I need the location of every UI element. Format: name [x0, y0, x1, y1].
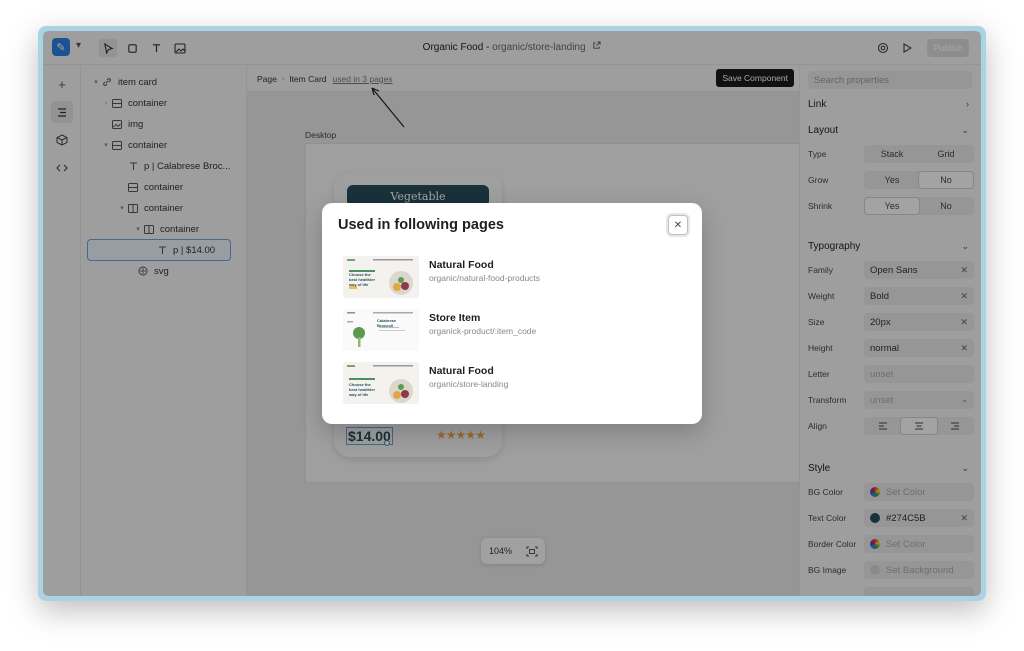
page-path: organic/store-landing — [429, 379, 509, 389]
thumbnail-text: Choose the best healthier way of life — [349, 272, 376, 287]
dialog-title: Used in following pages — [338, 217, 504, 233]
page-name: Natural Food — [429, 365, 494, 377]
page-list-item[interactable]: Choose the best healthier way of life Na… — [343, 256, 673, 300]
page-thumbnail: Choose the best healthier way of life — [343, 362, 419, 404]
page-path: organick-product/:item_code — [429, 326, 537, 336]
thumbnail-text: Choose the best healthier way of life — [349, 382, 376, 397]
page-path: organic/natural-food-products — [429, 273, 541, 283]
page-thumbnail: Choose the best healthier way of life — [343, 256, 419, 298]
page-thumbnail: Calabrese Broccoli — [343, 309, 419, 351]
page-name: Natural Food — [429, 259, 494, 271]
close-icon[interactable]: ✕ — [668, 215, 688, 235]
page-list-item[interactable]: Choose the best healthier way of life Na… — [343, 362, 673, 406]
thumbnail-text: Calabrese Broccoli — [377, 318, 397, 328]
page-name: Store Item — [429, 312, 481, 324]
used-in-pages-dialog: Used in following pages ✕ Choose the bes… — [322, 203, 702, 424]
page-list-item[interactable]: Calabrese Broccoli Store Item organick-p… — [343, 309, 673, 353]
